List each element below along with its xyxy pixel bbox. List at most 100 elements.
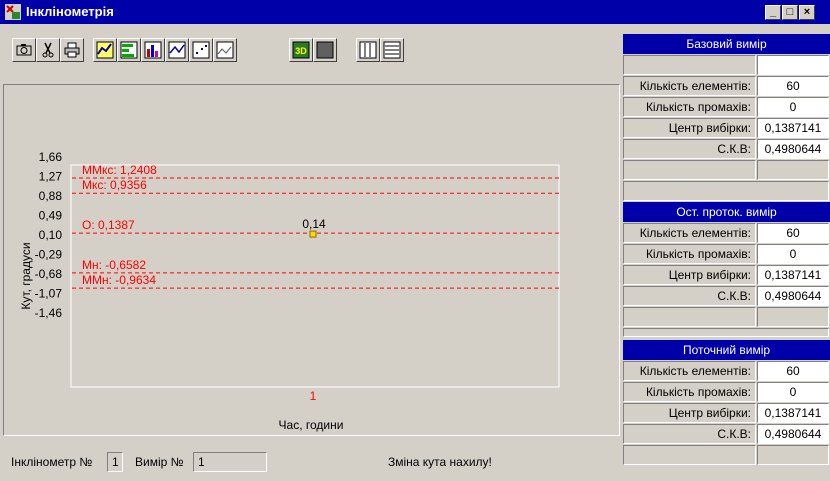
blank-cell: [623, 181, 829, 201]
section-header-last: Ост. проток. вимір: [623, 202, 830, 222]
app-icon: [5, 4, 21, 20]
y-tick-label: 1,66: [39, 150, 63, 164]
minimize-button[interactable]: _: [765, 5, 781, 20]
step-line-icon: [216, 41, 234, 59]
chart-area: 1,66 1,27 0,88 0,49 0,10 -0,29 -0,68 -1,07 -1,46…: [3, 84, 620, 436]
color-block-icon: [316, 41, 334, 59]
toolbar: 3D: [0, 28, 622, 80]
stat-label: Кількість промахів:: [623, 382, 756, 402]
status-bar: Інклінометр № 1 Вимір № 1 Зміна кута нах…: [3, 446, 620, 478]
close-button[interactable]: ×: [799, 5, 815, 20]
list-button[interactable]: [380, 38, 404, 62]
stat-row: Центр вибірки: 0,1387141: [623, 403, 830, 424]
stat-row: С.К.В: 0,4980644: [623, 139, 830, 160]
blank-cell: [757, 445, 829, 465]
stat-label: Кількість промахів:: [623, 97, 756, 117]
status-message: Зміна кута нахилу!: [388, 455, 492, 469]
x-axis-label: Час, години: [279, 418, 344, 432]
scissors-icon: [42, 42, 54, 58]
stat-value[interactable]: 0: [757, 382, 829, 402]
stat-row: С.К.В: 0,4980644: [623, 424, 830, 445]
stat-value[interactable]: 0,1387141: [757, 403, 829, 423]
stat-value[interactable]: 60: [757, 223, 829, 243]
inclinometer-number-field[interactable]: 1: [107, 452, 123, 472]
blank-cell: [623, 160, 756, 180]
y-tick-label: -1,46: [35, 306, 63, 320]
measure-number-field[interactable]: 1: [193, 452, 267, 472]
horizontal-bar-icon: [120, 41, 138, 59]
stat-label: С.К.В:: [623, 139, 756, 159]
reference-label: Мкс: 0,9356: [82, 178, 147, 192]
y-tick-label: 0,10: [39, 228, 63, 242]
measure-label: Вимір №: [135, 455, 184, 469]
window-title: Інклінометрія: [26, 4, 114, 19]
y-tick-label: 0,49: [39, 209, 63, 223]
stat-label: Кількість елементів:: [623, 76, 756, 96]
inclinometer-label: Інклінометр №: [11, 455, 93, 469]
list-icon: [383, 41, 401, 59]
y-tick-label: 1,27: [39, 170, 63, 184]
step-chart-button[interactable]: [213, 38, 237, 62]
stat-label: С.К.В:: [623, 286, 756, 306]
stat-row: Центр вибірки: 0,1387141: [623, 118, 830, 139]
line-chart-icon: [96, 41, 114, 59]
scatter-chart-icon: [192, 41, 210, 59]
print-button[interactable]: [60, 38, 84, 62]
blank-cell: [757, 307, 829, 327]
stats-panel: Базовий вимір Кількість елементів: 60 Кіл…: [623, 34, 830, 481]
blank-cell: [757, 55, 829, 75]
stat-row: Кількість промахів: 0: [623, 382, 830, 403]
stat-label: Кількість промахів:: [623, 244, 756, 264]
stat-label: Центр вибірки:: [623, 118, 756, 138]
stat-value[interactable]: 0,4980644: [757, 424, 829, 444]
camera-button[interactable]: [12, 38, 36, 62]
3d-toggle-icon: 3D: [292, 41, 310, 59]
scatter-chart-button[interactable]: [189, 38, 213, 62]
stat-value[interactable]: 0,4980644: [757, 286, 829, 306]
bar-chart-icon: [144, 41, 162, 59]
maximize-button[interactable]: □: [782, 5, 798, 20]
stat-value[interactable]: 0: [757, 97, 829, 117]
title-bar: Інклінометрія _ □ ×: [0, 0, 830, 24]
stat-value[interactable]: 60: [757, 76, 829, 96]
x-tick-label: 1: [310, 389, 317, 403]
blank-cell: [623, 328, 829, 337]
stat-label: Кількість елементів:: [623, 361, 756, 381]
3d-label: 3D: [295, 46, 307, 56]
stat-value[interactable]: 60: [757, 361, 829, 381]
stat-row: Центр вибірки: 0,1387141: [623, 265, 830, 286]
chart: 1,66 1,27 0,88 0,49 0,10 -0,29 -0,68 -1,07 -1,46…: [19, 150, 560, 432]
reference-label: О: 0,1387: [82, 218, 135, 232]
reference-label: ММн: -0,9634: [82, 273, 156, 287]
stat-value[interactable]: 0,1387141: [757, 118, 829, 138]
data-label: 0,14: [302, 217, 326, 231]
reference-label: Мн: -0,6582: [82, 258, 146, 272]
section-header-current: Поточний вимір: [623, 340, 830, 360]
y-tick-label: -0,68: [35, 267, 63, 281]
hbar-chart-button[interactable]: [117, 38, 141, 62]
stat-row: Кількість елементів: 60: [623, 361, 830, 382]
blank-cell: [623, 55, 756, 75]
cut-button[interactable]: [36, 38, 60, 62]
stat-label: Центр вибірки:: [623, 265, 756, 285]
section-header-base: Базовий вимір: [623, 34, 830, 54]
3d-button[interactable]: 3D: [289, 38, 313, 62]
stat-value[interactable]: 0,4980644: [757, 139, 829, 159]
y-axis-label: Кут, градуси: [19, 242, 33, 309]
area-chart-button[interactable]: [165, 38, 189, 62]
columns-icon: [359, 41, 377, 59]
line-chart-button[interactable]: [93, 38, 117, 62]
stat-row: Кількість промахів: 0: [623, 97, 830, 118]
stat-row: Кількість промахів: 0: [623, 244, 830, 265]
camera-icon: [16, 44, 32, 56]
bar-chart-button[interactable]: [141, 38, 165, 62]
printer-icon: [64, 42, 80, 58]
stat-value[interactable]: 0: [757, 244, 829, 264]
blank-cell: [757, 160, 829, 180]
stat-row: Кількість елементів: 60: [623, 76, 830, 97]
stat-value[interactable]: 0,1387141: [757, 265, 829, 285]
stat-label: Кількість елементів:: [623, 223, 756, 243]
columns-button[interactable]: [356, 38, 380, 62]
stat-row: С.К.В: 0,4980644: [623, 286, 830, 307]
color-button[interactable]: [313, 38, 337, 62]
